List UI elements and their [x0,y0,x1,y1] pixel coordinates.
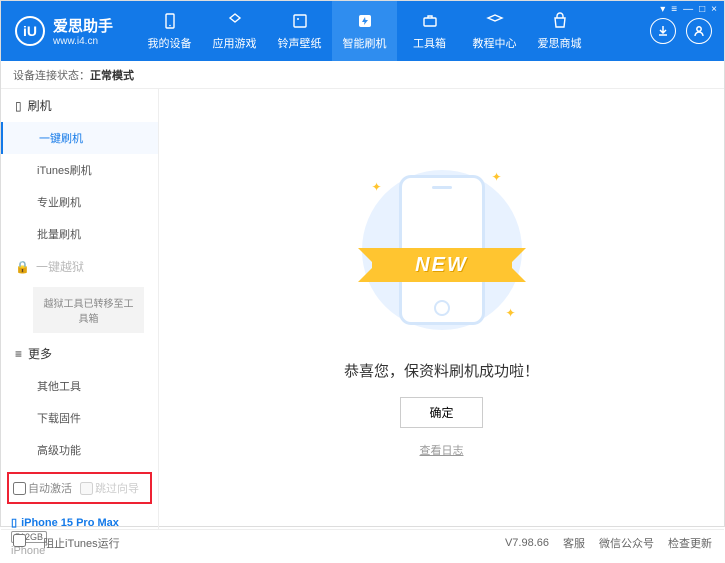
sidebar-one-click-flash[interactable]: 一键刷机 [1,122,158,154]
sidebar-pro-flash[interactable]: 专业刷机 [1,186,158,218]
wallpaper-icon [290,11,310,31]
sidebar: ▯ 刷机 一键刷机 iTunes刷机 专业刷机 批量刷机 🔒 一键越狱 越狱工具… [1,89,159,529]
jailbreak-note: 越狱工具已转移至工具箱 [33,287,144,333]
flash-icon [355,11,375,31]
footer-update[interactable]: 检查更新 [668,535,712,551]
group-jailbreak: 🔒 一键越狱 [1,250,158,283]
app-subtitle: www.i4.cn [53,36,113,47]
tutorial-icon [485,11,505,31]
nav-apps[interactable]: 应用游戏 [202,1,267,61]
list-icon: ≡ [15,347,22,361]
auto-activate-checkbox[interactable]: 自动激活 [13,480,72,496]
download-button[interactable] [650,18,676,44]
app-title: 爱思助手 [53,15,113,36]
nav-store[interactable]: 爱思商城 [527,1,592,61]
minimize-icon[interactable]: — [683,4,693,15]
ok-button[interactable]: 确定 [400,397,482,428]
main-content: NEW ✦ ✦ ✦ 恭喜您，保资料刷机成功啦！ 确定 查看日志 [159,89,724,529]
phone-icon: ▯ [11,516,17,529]
top-nav: 我的设备 应用游戏 铃声壁纸 智能刷机 工具箱 教程中心 爱思商城 [137,1,650,61]
block-itunes-checkbox[interactable]: 阻止iTunes运行 [13,534,120,551]
maximize-icon[interactable]: □ [699,4,705,15]
device-icon [160,11,180,31]
logo-icon: iU [15,16,45,46]
settings-icon[interactable]: ≡ [671,4,677,15]
toolbox-icon [420,11,440,31]
success-message: 恭喜您，保资料刷机成功啦！ [344,360,539,381]
skip-wizard-checkbox[interactable]: 跳过向导 [80,480,139,496]
status-bar: 设备连接状态： 正常模式 [1,61,724,89]
apps-icon [225,11,245,31]
store-icon [550,11,570,31]
phone-icon: ▯ [15,99,22,113]
nav-toolbox[interactable]: 工具箱 [397,1,462,61]
footer-support[interactable]: 客服 [563,535,585,551]
sidebar-batch-flash[interactable]: 批量刷机 [1,218,158,250]
sidebar-other-tools[interactable]: 其他工具 [1,370,158,402]
version-label: V7.98.66 [505,537,549,549]
close-icon[interactable]: × [711,4,717,15]
nav-ringtones[interactable]: 铃声壁纸 [267,1,332,61]
lock-icon: 🔒 [15,260,30,274]
options-highlight: 自动激活 跳过向导 [7,472,152,504]
sidebar-advanced[interactable]: 高级功能 [1,434,158,466]
menu-icon[interactable]: ▾ [660,4,665,15]
sidebar-itunes-flash[interactable]: iTunes刷机 [1,154,158,186]
success-illustration: NEW ✦ ✦ ✦ [362,160,522,340]
nav-flash[interactable]: 智能刷机 [332,1,397,61]
group-flash[interactable]: ▯ 刷机 [1,89,158,122]
window-controls: ▾ ≡ — □ × [660,4,717,15]
nav-my-device[interactable]: 我的设备 [137,1,202,61]
connection-mode: 正常模式 [90,67,134,83]
nav-tutorials[interactable]: 教程中心 [462,1,527,61]
user-button[interactable] [686,18,712,44]
new-ribbon: NEW [372,248,512,282]
footer-wechat[interactable]: 微信公众号 [599,535,654,551]
header: iU 爱思助手 www.i4.cn 我的设备 应用游戏 铃声壁纸 智能刷机 工具… [1,1,724,61]
view-log-link[interactable]: 查看日志 [420,442,464,458]
group-more[interactable]: ≡ 更多 [1,337,158,370]
sidebar-download-firmware[interactable]: 下载固件 [1,402,158,434]
device-name[interactable]: ▯ iPhone 15 Pro Max [11,516,148,529]
logo: iU 爱思助手 www.i4.cn [1,15,127,47]
